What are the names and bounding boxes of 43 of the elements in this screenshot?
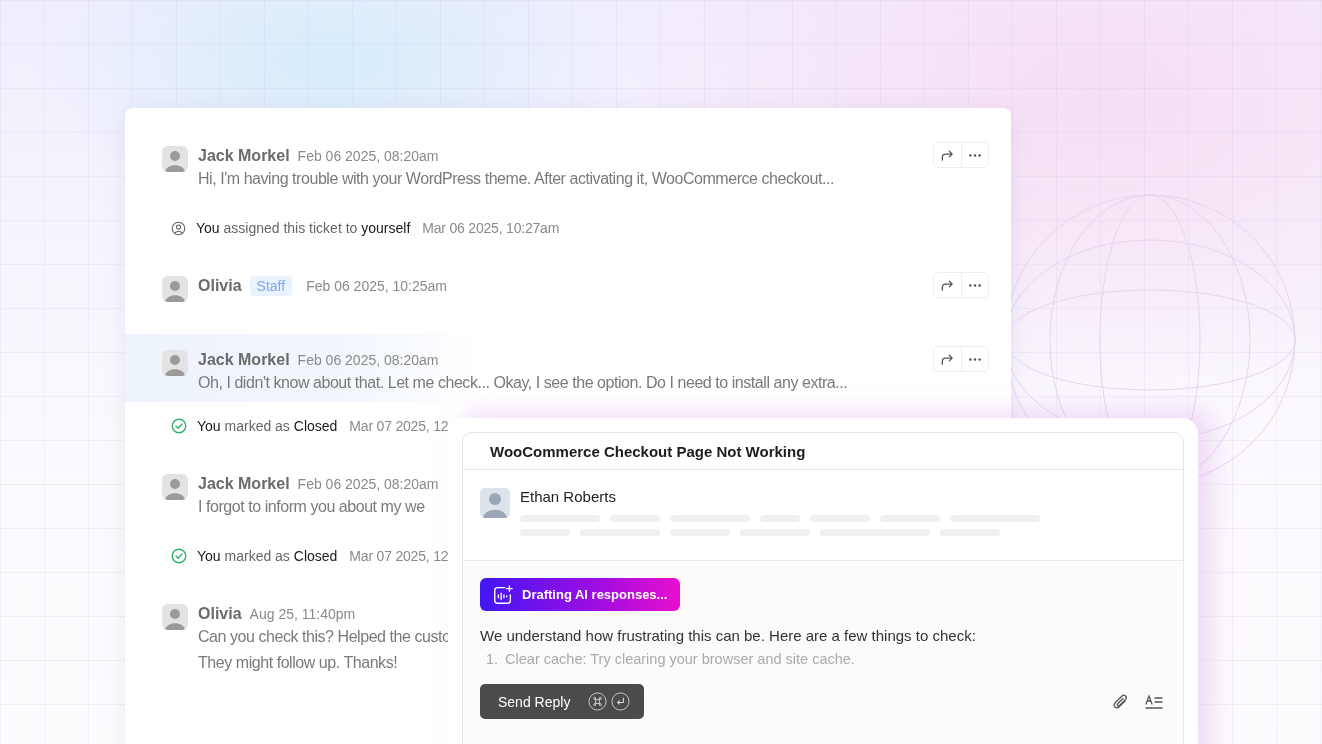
avatar-silhouette-icon [162,350,188,376]
message-time: Aug 25, 11:40pm [249,606,356,622]
avatar-silhouette-icon [162,146,188,172]
user-circle-icon [171,220,186,236]
avatar-silhouette-icon [162,474,188,500]
check-circle-icon [171,418,187,434]
message-text: Oh, I didn't know about that. Let me check... Okay, I see the option. Do I need to install any extra... [198,373,848,393]
author-name: Olivia [198,277,242,295]
staff-badge: Staff [249,276,293,296]
more-icon [969,153,981,157]
message-time: Feb 06 2025, 08:20am [297,476,439,492]
author-name: Olivia [198,605,242,623]
author-name: Jack Morkel [198,147,290,165]
ticket-title: WooCommerce Checkout Page Not Working [463,433,1183,470]
message-time: Feb 06 2025, 08:20am [297,352,439,368]
event-time: Mar 07 2025, 12 [349,548,449,564]
message-time: Feb 06 2025, 10:25am [306,278,447,294]
avatar-silhouette-icon [162,276,188,302]
ai-drafting-badge: Drafting AI responses... [480,578,681,611]
event-text: You marked as Closed [197,418,338,434]
author-name: Jack Morkel [198,351,290,369]
draft-list-item: Clear cache: Try clearing your browser and site cache. [505,650,855,669]
author-name: Jack Morkel [198,475,290,493]
event-time: Mar 07 2025, 12 [349,418,449,434]
avatar-silhouette-icon [162,604,188,630]
draft-text: We understand how frustrating this can be. Here are a few things to check: [480,626,977,646]
more-icon [969,283,981,287]
customer-name: Ethan Roberts [520,488,617,506]
check-circle-icon [171,548,187,564]
command-key-icon [588,692,608,711]
avatar-silhouette-icon [480,488,510,518]
more-icon [969,357,981,361]
enter-key-icon [611,692,631,711]
message-text: They might follow up. Thanks! [198,653,398,673]
message-time: Feb 06 2025, 08:20am [297,148,439,164]
event-text: You marked as Closed [197,548,338,564]
message-text: Hi, I'm having trouble with your WordPress theme. After activating it, WooCommerce checkout... [198,169,834,189]
send-reply-button[interactable]: Send Reply [480,684,645,719]
event-time: Mar 06 2025, 10:27am [422,220,560,236]
ai-sparkle-icon [492,583,514,606]
list-number: 1. [486,650,499,669]
message-text: I forgot to inform you about my we [198,497,425,517]
event-text: You assigned this ticket to yourself [196,220,411,236]
